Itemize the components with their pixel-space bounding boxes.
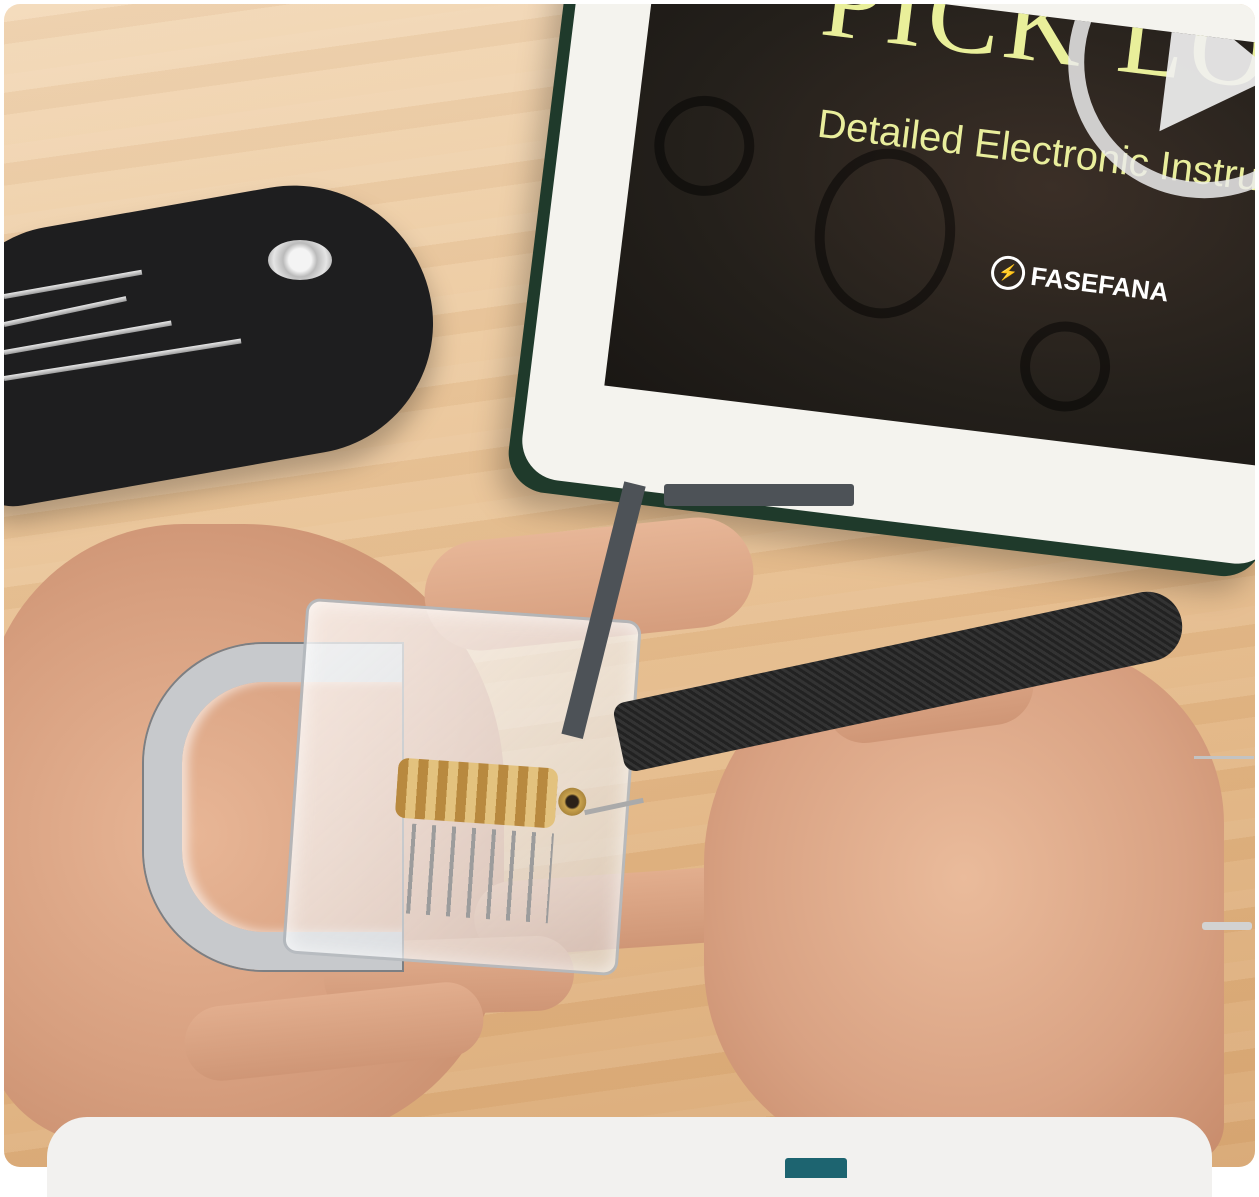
product-photo: PICK LO Detailed Electronic Instruct ⚡ F… (4, 4, 1255, 1167)
tension-wrench (664, 484, 854, 506)
lock-pins (398, 823, 554, 924)
key-silhouette (648, 90, 761, 202)
key-silhouette (1014, 316, 1116, 417)
lock-cylinder (394, 757, 559, 829)
play-icon (1159, 4, 1255, 145)
bottom-card (47, 1117, 1212, 1197)
tablet-screen: PICK LO Detailed Electronic Instruct ⚡ F… (604, 4, 1255, 471)
brand-logo: ⚡ FASEFANA (989, 253, 1171, 310)
card-icon (785, 1158, 847, 1178)
pick-wire (1194, 756, 1254, 759)
brand-name: FASEFANA (1029, 260, 1171, 307)
brand-mark-icon: ⚡ (989, 253, 1028, 292)
pick-wire (1202, 922, 1252, 930)
keyhole (557, 786, 588, 817)
pouch-snap-button (268, 240, 332, 280)
key-silhouette (805, 140, 965, 327)
